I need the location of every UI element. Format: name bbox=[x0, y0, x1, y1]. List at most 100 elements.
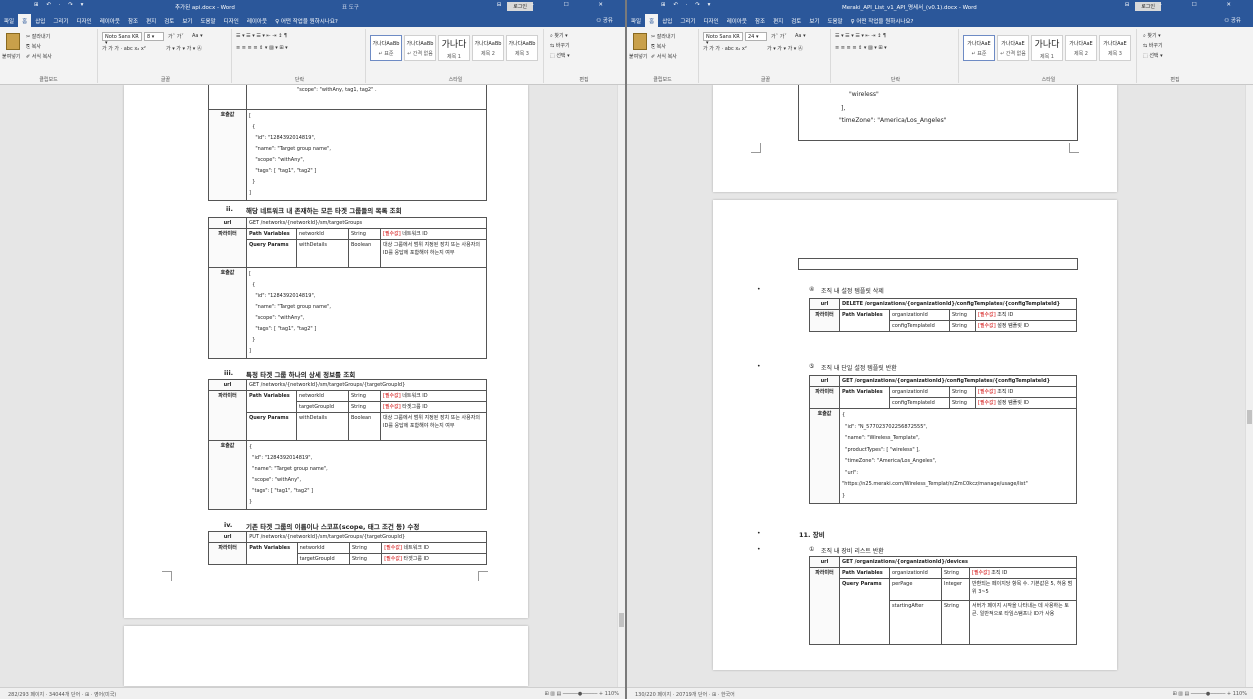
tab-insert[interactable]: 삽입 bbox=[658, 14, 676, 25]
select-button[interactable]: ⬚ 선택 ▾ bbox=[1143, 52, 1163, 59]
bullet: • bbox=[757, 530, 761, 537]
grow-shrink-buttons[interactable]: 가ˆ 가ˇ bbox=[168, 33, 184, 40]
query-params: Query Params bbox=[839, 578, 890, 645]
style-normal[interactable]: 가나다AaBb ↵ 표준 bbox=[370, 35, 402, 61]
color-buttons[interactable]: 가 ▾ 가 ▾ 가 ▾ Ⓐ bbox=[767, 45, 803, 52]
tab-home[interactable]: 홈 bbox=[18, 14, 32, 27]
tab-insert[interactable]: 삽입 bbox=[31, 14, 49, 25]
find-button[interactable]: ⌕ 찾기 ▾ bbox=[1143, 32, 1161, 39]
tab-view[interactable]: 보기 bbox=[805, 14, 823, 25]
paste-button[interactable]: 붙여넣기 bbox=[629, 53, 647, 60]
document-page[interactable]: "scope": "withAny, tag1, tag2" . 호출값[ { … bbox=[124, 85, 528, 618]
tab-home[interactable]: 홈 bbox=[645, 14, 659, 27]
quick-access-toolbar[interactable]: ⊞ ↶ · ↷ ▾ bbox=[34, 2, 86, 8]
url-label: url bbox=[208, 217, 247, 229]
style-heading-1[interactable]: 가나다 제목 1 bbox=[1031, 35, 1063, 61]
format-buttons[interactable]: 가 가 가 · abc x₂ x² bbox=[703, 45, 747, 52]
tell-me-search[interactable]: ♀ 어떤 작업을 원하시나요? bbox=[271, 14, 342, 25]
style-heading-1[interactable]: 가나다 제목 1 bbox=[438, 35, 470, 61]
align-buttons[interactable]: ≡ ≡ ≡ ≡ ⇕ ▾ ▨ ▾ ⊞ ▾ bbox=[835, 45, 887, 51]
format-buttons[interactable]: 가 가 가 · abc x₂ x² bbox=[102, 45, 146, 52]
font-size-select[interactable]: 24 ▾ bbox=[745, 32, 767, 41]
tab-design[interactable]: 디자인 bbox=[700, 14, 723, 25]
scroll-thumb[interactable] bbox=[619, 613, 624, 627]
tab-help[interactable]: 도움말 bbox=[196, 14, 219, 25]
quick-access-toolbar[interactable]: ⊞ ↶ · ↷ ▾ bbox=[661, 2, 713, 8]
find-button[interactable]: ⌕ 찾기 ▾ bbox=[550, 32, 568, 39]
window-controls[interactable]: ⊟ – ☐ ✕ bbox=[497, 2, 617, 8]
format-painter-button[interactable]: ✐ 서식 복사 bbox=[26, 53, 52, 60]
font-size-select[interactable]: 8 ▾ bbox=[144, 32, 164, 41]
format-painter-button[interactable]: ✐ 서식 복사 bbox=[651, 53, 677, 60]
tab-draw[interactable]: 그리기 bbox=[676, 14, 699, 25]
document-area[interactable]: "scope": "withAny, tag1, tag2" . 호출값[ { … bbox=[0, 85, 625, 687]
param-desc: 대상 그룹에서 범위 지정된 장치 또는 사용자의 ID를 응답에 포함해야 하… bbox=[380, 239, 487, 268]
tab-layout[interactable]: 레이아웃 bbox=[96, 14, 124, 25]
change-case-button[interactable]: Aa ▾ bbox=[795, 33, 806, 39]
tab-table-design[interactable]: 디자인 bbox=[220, 14, 243, 25]
desc-text: 네트워크 ID bbox=[402, 393, 428, 399]
scroll-thumb[interactable] bbox=[1247, 410, 1252, 424]
tab-view[interactable]: 보기 bbox=[178, 14, 196, 25]
group-label: 단락 bbox=[294, 77, 305, 83]
style-no-spacing[interactable]: 가나다AaBb ↵ 간격 없음 bbox=[404, 35, 436, 61]
tab-references[interactable]: 참조 bbox=[124, 14, 142, 25]
style-no-spacing[interactable]: 가나다AaE ↵ 간격 없음 bbox=[997, 35, 1029, 61]
paste-icon[interactable] bbox=[633, 33, 647, 50]
align-buttons[interactable]: ≡ ≡ ≡ ≡ ⇕ ▾ ▨ ▾ ⊞ ▾ bbox=[236, 45, 288, 51]
share-button[interactable]: ⚇ 공유 bbox=[1220, 13, 1245, 24]
replace-button[interactable]: ⇆ 바꾸기 bbox=[550, 42, 570, 49]
cut-button[interactable]: ✂ 잘라내기 bbox=[26, 33, 50, 40]
color-buttons[interactable]: 가 ▾ 가 ▾ 가 ▾ Ⓐ bbox=[166, 45, 202, 52]
group-label: 글꼴 bbox=[760, 77, 771, 83]
tab-layout[interactable]: 레이아웃 bbox=[723, 14, 751, 25]
paste-icon[interactable] bbox=[6, 33, 20, 50]
list-buttons[interactable]: ☰ ▾ ☰ ▾ ☰ ▾ ⇤ ⇥ ↕ ¶ bbox=[236, 33, 287, 39]
tab-mailings[interactable]: 편지 bbox=[142, 14, 160, 25]
paste-button[interactable]: 붙여넣기 bbox=[2, 53, 20, 60]
required-tag: [필수값] bbox=[383, 393, 401, 399]
style-name: 제목 2 bbox=[1074, 51, 1088, 57]
tab-file[interactable]: 파일 bbox=[0, 14, 18, 25]
tab-table-layout[interactable]: 레이아웃 bbox=[243, 14, 271, 25]
grow-shrink-buttons[interactable]: 가ˆ 가ˇ bbox=[771, 33, 787, 40]
copy-button[interactable]: ⎘ 복사 bbox=[651, 43, 666, 50]
style-heading-3[interactable]: 가나다AaE 제목 3 bbox=[1099, 35, 1131, 61]
document-page[interactable]: "wireless" ], "timeZone": "America/Los_A… bbox=[713, 85, 1117, 192]
font-name-select[interactable]: Noto Sans KR ▾ bbox=[703, 32, 743, 46]
tell-me-search[interactable]: ♀ 어떤 작업을 원하시나요? bbox=[847, 14, 918, 25]
param-type: Boolean bbox=[348, 239, 381, 268]
zoom-controls[interactable]: ⊞ ▥ ▤ ─────●───── + 110% bbox=[544, 691, 619, 697]
tab-draw[interactable]: 그리기 bbox=[49, 14, 72, 25]
document-area[interactable]: "wireless" ], "timeZone": "America/Los_A… bbox=[627, 85, 1253, 687]
select-button[interactable]: ⬚ 선택 ▾ bbox=[550, 52, 570, 59]
style-heading-2[interactable]: 가나다AaE 제목 2 bbox=[1065, 35, 1097, 61]
tab-review[interactable]: 검토 bbox=[787, 14, 805, 25]
tab-design[interactable]: 디자인 bbox=[73, 14, 96, 25]
style-heading-3[interactable]: 가나다AaBb 제목 3 bbox=[506, 35, 538, 61]
cut-button[interactable]: ✂ 잘라내기 bbox=[651, 33, 675, 40]
response-label: 호출값 bbox=[208, 108, 247, 201]
tab-help[interactable]: 도움말 bbox=[823, 14, 846, 25]
window-controls[interactable]: ⊟ – ☐ ✕ bbox=[1125, 2, 1245, 8]
item-title: 조직 내 단일 설정 템플릿 반환 bbox=[821, 365, 897, 372]
document-page[interactable]: • ④ 조직 내 설정 템플릿 삭제 url DELETE /organizati… bbox=[713, 200, 1117, 670]
tab-mailings[interactable]: 편지 bbox=[769, 14, 787, 25]
vertical-scrollbar[interactable] bbox=[1245, 85, 1253, 687]
tab-references[interactable]: 참조 bbox=[751, 14, 769, 25]
list-buttons[interactable]: ☰ ▾ ☰ ▾ ☰ ▾ ⇤ ⇥ ↕ ¶ bbox=[835, 33, 886, 39]
font-name-select[interactable]: Noto Sans KR ▾ bbox=[102, 32, 142, 46]
share-button[interactable]: ⚇ 공유 bbox=[592, 13, 617, 24]
style-heading-2[interactable]: 가나다AaBb 제목 2 bbox=[472, 35, 504, 61]
zoom-controls[interactable]: ⊞ ▥ ▤ ─────●───── + 110% bbox=[1172, 691, 1247, 697]
tab-review[interactable]: 검토 bbox=[160, 14, 178, 25]
copy-button[interactable]: ⎘ 복사 bbox=[26, 43, 41, 50]
tab-file[interactable]: 파일 bbox=[627, 14, 645, 25]
change-case-button[interactable]: Aa ▾ bbox=[192, 33, 203, 39]
replace-button[interactable]: ⇆ 바꾸기 bbox=[1143, 42, 1163, 49]
param-desc: [필수값] 타겟그룹 ID bbox=[381, 553, 487, 565]
style-normal[interactable]: 가나다AaE ↵ 표준 bbox=[963, 35, 995, 61]
response-body: [ { "id": "1284392014819", "name": "Targ… bbox=[246, 267, 487, 359]
vertical-scrollbar[interactable] bbox=[617, 85, 625, 687]
next-page[interactable] bbox=[124, 626, 528, 686]
